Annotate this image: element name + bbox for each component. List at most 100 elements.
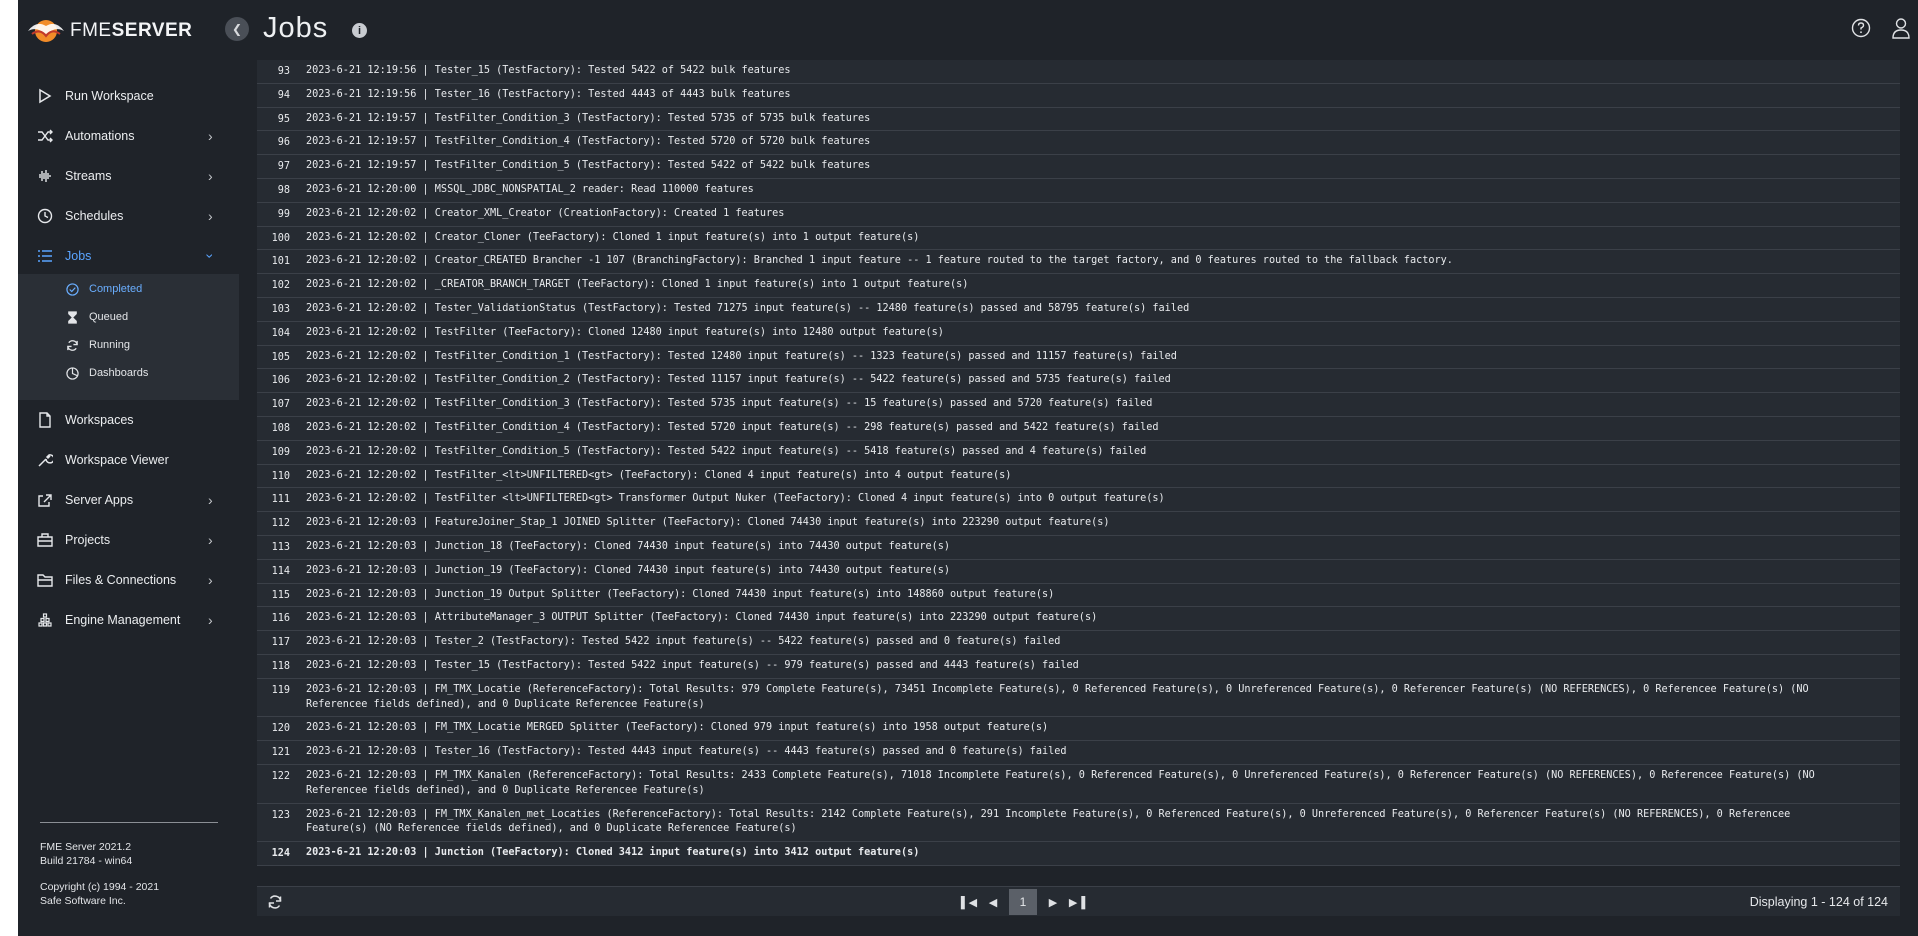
log-message: 2023-6-21 12:19:57 | TestFilter_Conditio… <box>306 136 871 148</box>
log-line-number: 114 <box>271 565 290 577</box>
log-line-number: 108 <box>271 422 290 434</box>
log-row: 97 2023-6-21 12:19:57 | TestFilter_Condit… <box>257 155 1900 179</box>
sidebar: Run Workspace Automations › Streams › Sc… <box>18 60 239 936</box>
sidebar-item-label: Run Workspace <box>65 89 154 103</box>
log-message: 2023-6-21 12:19:56 | Tester_15 (TestFact… <box>306 65 791 76</box>
log-line-number: 103 <box>271 303 290 315</box>
log-row: 120 2023-6-21 12:20:03 | FM_TMX_Locatie M… <box>257 717 1900 742</box>
log-line-number: 119 <box>271 684 290 696</box>
chevron-left-icon: ❮ <box>231 22 243 36</box>
collapse-sidebar-button[interactable]: ❮ <box>225 17 249 41</box>
current-page-indicator[interactable]: 1 <box>1009 889 1037 915</box>
log-message: 2023-6-21 12:20:02 | Tester_ValidationSt… <box>306 302 1190 314</box>
log-row: 115 2023-6-21 12:20:03 | Junction_19 Outp… <box>257 583 1900 608</box>
log-message: 2023-6-21 12:20:02 | TestFilter (TeeFact… <box>306 326 944 338</box>
sidebar-item-label: Jobs <box>65 249 92 263</box>
log-message: 2023-6-21 12:20:00 | MSSQL_JDBC_NONSPATI… <box>306 183 754 195</box>
log-message: 2023-6-21 12:20:03 | Junction_19 Output … <box>306 588 1055 600</box>
jobs-submenu: Completed Queued Running Dashboards <box>18 274 239 400</box>
sidebar-subitem-label: Dashboards <box>89 367 149 379</box>
log-row: 98 2023-6-21 12:20:00 | MSSQL_JDBC_NONSPA… <box>257 178 1900 203</box>
job-log-panel[interactable]: 93 2023-6-21 12:19:56 | Tester_15 (TestFa… <box>257 60 1918 936</box>
user-icon[interactable] <box>1891 17 1911 39</box>
version-info: FME Server 2021.2 Build 21784 - win64 <box>40 840 132 868</box>
previous-page-button[interactable]: ◀ <box>981 890 1005 914</box>
log-row: 121 2023-6-21 12:20:03 | Tester_16 (TestF… <box>257 741 1900 765</box>
sidebar-subitem-running[interactable]: Running <box>18 332 239 358</box>
sidebar-subitem-queued[interactable]: Queued <box>18 304 239 330</box>
log-row: 105 2023-6-21 12:20:02 | TestFilter_Condi… <box>257 345 1900 370</box>
copyright-info: Copyright (c) 1994 - 2021 Safe Software … <box>40 880 159 908</box>
log-message: 2023-6-21 12:20:03 | FM_TMX_Kanalen (Ref… <box>306 769 1821 796</box>
help-icon[interactable] <box>1851 18 1871 38</box>
log-line-number: 99 <box>277 208 290 220</box>
log-message: 2023-6-21 12:19:56 | Tester_16 (TestFact… <box>306 88 791 100</box>
page-title: Jobs <box>263 12 329 44</box>
wrench-icon <box>36 451 54 469</box>
sidebar-item-schedules[interactable]: Schedules › <box>18 196 239 236</box>
log-message: 2023-6-21 12:20:03 | Tester_16 (TestFact… <box>306 746 1067 758</box>
log-message: 2023-6-21 12:20:03 | FM_TMX_Locatie (Ref… <box>306 683 1815 710</box>
log-line-number: 124 <box>271 848 290 860</box>
last-page-button[interactable]: ▶▐ <box>1065 890 1089 914</box>
sidebar-item-label: Schedules <box>65 209 124 223</box>
log-row: 116 2023-6-21 12:20:03 | AttributeManager… <box>257 607 1900 632</box>
shuffle-icon <box>36 127 54 145</box>
log-row: 110 2023-6-21 12:20:02 | TestFilter_<lt>U… <box>257 464 1900 489</box>
sidebar-item-workspace-viewer[interactable]: Workspace Viewer <box>18 440 239 480</box>
sidebar-subitem-dashboards[interactable]: Dashboards <box>18 360 239 386</box>
sidebar-item-files-connections[interactable]: Files & Connections › <box>18 560 239 600</box>
next-page-button[interactable]: ▶ <box>1041 890 1065 914</box>
waveform-icon <box>36 167 54 185</box>
sidebar-subitem-completed[interactable]: Completed <box>18 276 239 302</box>
sidebar-item-engine-management[interactable]: Engine Management › <box>18 600 239 640</box>
log-message: 2023-6-21 12:19:57 | TestFilter_Conditio… <box>306 112 871 124</box>
log-line-number: 98 <box>277 184 290 196</box>
engine-icon <box>36 611 54 629</box>
play-icon <box>36 87 54 105</box>
log-line-number: 109 <box>271 446 290 458</box>
sidebar-item-projects[interactable]: Projects › <box>18 520 239 560</box>
sidebar-item-server-apps[interactable]: Server Apps › <box>18 480 239 520</box>
log-line-number: 101 <box>271 256 290 268</box>
log-line-number: 122 <box>271 770 290 782</box>
info-icon[interactable]: i <box>352 23 367 38</box>
first-page-icon: ▌◀ <box>960 896 978 909</box>
sidebar-item-workspaces[interactable]: Workspaces <box>18 400 239 440</box>
chevron-right-icon: › <box>208 532 213 548</box>
job-log-table: 93 2023-6-21 12:19:56 | Tester_15 (TestFa… <box>257 60 1900 866</box>
first-page-button[interactable]: ▌◀ <box>957 890 981 914</box>
brand-light-text: FME <box>70 20 112 41</box>
log-line-number: 111 <box>271 494 290 506</box>
log-row: 93 2023-6-21 12:19:56 | Tester_15 (TestFa… <box>257 60 1900 84</box>
log-line-number: 104 <box>271 327 290 339</box>
sidebar-subitem-label: Completed <box>89 283 143 295</box>
copyright-text: Copyright (c) 1994 - 2021 <box>40 881 160 893</box>
log-row: 123 2023-6-21 12:20:03 | FM_TMX_Kanalen_m… <box>257 803 1900 843</box>
hourglass-icon <box>65 310 79 324</box>
log-line-number: 97 <box>277 161 290 173</box>
fme-server-logo[interactable]: FMESERVER <box>26 14 226 48</box>
log-message: 2023-6-21 12:20:02 | TestFilter_Conditio… <box>306 398 1153 410</box>
refresh-log-button[interactable] <box>267 894 283 910</box>
brand-bold-text: SERVER <box>111 20 193 41</box>
sidebar-item-jobs[interactable]: Jobs › <box>18 236 239 276</box>
log-line-number: 100 <box>271 232 290 244</box>
log-message: 2023-6-21 12:20:02 | TestFilter_Conditio… <box>306 350 1177 362</box>
log-line-number: 105 <box>271 351 290 363</box>
document-icon <box>36 411 54 429</box>
sidebar-item-run-workspace[interactable]: Run Workspace <box>18 76 239 116</box>
pagination: ▌◀ ◀ 1 ▶ ▶▐ <box>957 887 1089 917</box>
log-row: 111 2023-6-21 12:20:02 | TestFilter <lt>U… <box>257 488 1900 513</box>
log-message: 2023-6-21 12:20:02 | Creator_CREATED Bra… <box>306 255 1453 267</box>
log-line-number: 106 <box>271 375 290 387</box>
sidebar-item-streams[interactable]: Streams › <box>18 156 239 196</box>
log-row: 100 2023-6-21 12:20:02 | Creator_Cloner (… <box>257 226 1900 251</box>
log-message: 2023-6-21 12:20:03 | Junction_19 (TeeFac… <box>306 564 951 576</box>
log-message: 2023-6-21 12:20:02 | _CREATOR_BRANCH_TAR… <box>306 279 969 291</box>
log-row: 124 2023-6-21 12:20:03 | Junction (TeeFac… <box>257 842 1900 866</box>
log-row: 106 2023-6-21 12:20:02 | TestFilter_Condi… <box>257 369 1900 394</box>
log-message: 2023-6-21 12:20:03 | Tester_2 (TestFacto… <box>306 636 1061 648</box>
sidebar-item-automations[interactable]: Automations › <box>18 116 239 156</box>
chevron-right-icon: › <box>208 128 213 144</box>
